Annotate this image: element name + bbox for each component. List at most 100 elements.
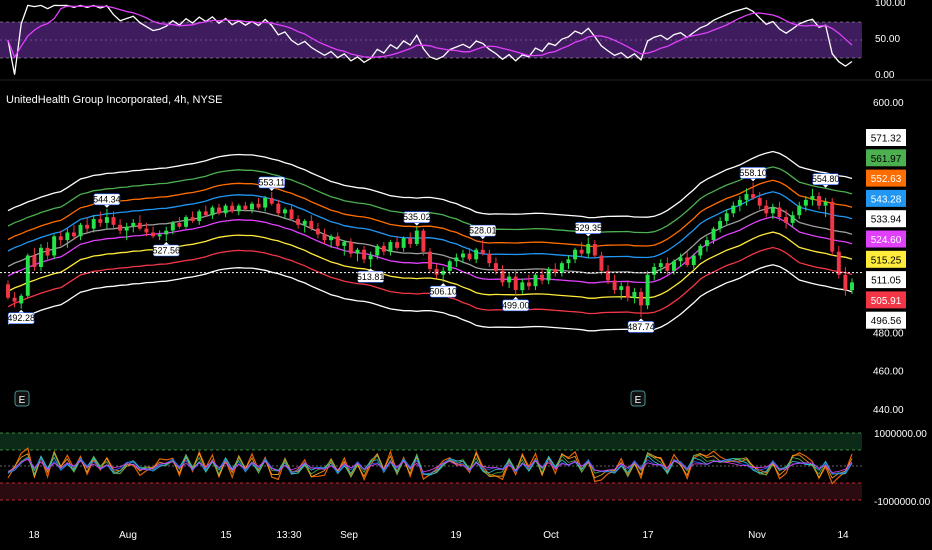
candle-body bbox=[217, 207, 221, 214]
candle-body bbox=[513, 276, 518, 291]
candle-body bbox=[658, 263, 663, 268]
time-tick-label: 19 bbox=[450, 530, 462, 541]
candle-body bbox=[65, 232, 70, 241]
candle-body bbox=[428, 251, 432, 269]
candle-body bbox=[414, 230, 419, 244]
osc-upper-zone bbox=[0, 433, 862, 450]
candle-body bbox=[421, 230, 426, 252]
candle-body bbox=[223, 205, 228, 214]
candle-body bbox=[566, 259, 571, 264]
rsi-tick-label: 0.00 bbox=[875, 70, 895, 81]
candle-body bbox=[559, 263, 564, 273]
svg-text:496.56: 496.56 bbox=[871, 316, 902, 327]
earnings-marker[interactable]: E bbox=[630, 390, 646, 407]
time-tick-label: 18 bbox=[28, 530, 40, 541]
candle-body bbox=[803, 199, 808, 206]
candle-body bbox=[58, 236, 63, 241]
candle-body bbox=[744, 194, 749, 200]
candle-body bbox=[282, 209, 287, 214]
candle-body bbox=[362, 249, 367, 260]
candle-body bbox=[625, 286, 630, 298]
candle-body bbox=[85, 224, 90, 229]
svg-text:554.80: 554.80 bbox=[812, 174, 840, 184]
svg-text:544.34: 544.34 bbox=[93, 194, 121, 204]
svg-text:506.10: 506.10 bbox=[429, 287, 457, 297]
candle-body bbox=[447, 261, 452, 271]
svg-text:528.01: 528.01 bbox=[469, 226, 497, 236]
candle-body bbox=[296, 219, 301, 225]
candle-body bbox=[592, 243, 597, 256]
earnings-marker[interactable]: E bbox=[14, 390, 30, 407]
candle-body bbox=[665, 263, 670, 271]
candle-body bbox=[770, 207, 775, 214]
candle-body bbox=[197, 211, 202, 221]
band-price-label: 561.97 bbox=[866, 149, 906, 167]
candle-body bbox=[263, 197, 268, 208]
candle-body bbox=[6, 284, 10, 298]
price-chart[interactable]: 100.00 50.00 0.00 UnitedHealth Group Incor… bbox=[0, 0, 932, 550]
candle-body bbox=[395, 242, 400, 248]
candle-body bbox=[586, 243, 591, 254]
candle-body bbox=[276, 203, 281, 214]
candle-body bbox=[790, 215, 795, 223]
candle-body bbox=[38, 247, 43, 268]
svg-text:513.81: 513.81 bbox=[357, 272, 385, 282]
svg-text:558.10: 558.10 bbox=[739, 168, 767, 178]
candle-body bbox=[203, 211, 208, 216]
band-price-label: 505.91 bbox=[866, 291, 906, 309]
candle-body bbox=[210, 207, 215, 216]
candle-body bbox=[151, 232, 156, 237]
candle-body bbox=[652, 267, 657, 275]
candle-body bbox=[817, 196, 822, 206]
candle-body bbox=[480, 249, 485, 254]
svg-text:535.02: 535.02 bbox=[403, 212, 431, 222]
candle-body bbox=[671, 261, 676, 271]
svg-text:552.63: 552.63 bbox=[871, 174, 902, 185]
svg-text:529.35: 529.35 bbox=[574, 223, 602, 233]
band-price-label: 571.32 bbox=[866, 129, 906, 146]
candle-body bbox=[230, 205, 235, 212]
candle-body bbox=[612, 280, 617, 291]
svg-text:524.60: 524.60 bbox=[871, 235, 902, 246]
candle-body bbox=[249, 203, 254, 210]
candle-body bbox=[329, 236, 334, 241]
price-tick-label: 440.00 bbox=[873, 405, 904, 416]
time-tick-label: Nov bbox=[748, 530, 766, 541]
candle-body bbox=[632, 291, 637, 298]
candle-body bbox=[698, 245, 703, 256]
candle-body bbox=[520, 282, 525, 291]
candle-body bbox=[236, 205, 241, 212]
candle-body bbox=[375, 245, 380, 256]
svg-text:543.28: 543.28 bbox=[871, 194, 902, 205]
time-tick-label: Oct bbox=[543, 530, 559, 541]
candle-body bbox=[797, 205, 802, 216]
candle-body bbox=[718, 220, 723, 229]
candle-body bbox=[157, 234, 162, 237]
svg-text:499.00: 499.00 bbox=[502, 300, 530, 310]
svg-text:505.91: 505.91 bbox=[871, 296, 902, 307]
candle-body bbox=[408, 238, 413, 244]
candle-body bbox=[751, 194, 756, 198]
band-price-label: 543.28 bbox=[866, 189, 906, 207]
candle-body bbox=[164, 230, 169, 235]
candle-body bbox=[131, 222, 136, 227]
candle-body bbox=[111, 217, 116, 225]
candle-body bbox=[256, 203, 261, 208]
candle-body bbox=[711, 228, 716, 241]
svg-text:511.05: 511.05 bbox=[871, 276, 901, 287]
candle-body bbox=[460, 253, 465, 258]
svg-text:487.74: 487.74 bbox=[627, 322, 655, 332]
candle-body bbox=[784, 217, 789, 223]
svg-text:553.11: 553.11 bbox=[258, 177, 285, 187]
candle-body bbox=[704, 240, 709, 246]
candle-body bbox=[243, 205, 248, 210]
candle-body bbox=[685, 257, 690, 266]
candle-body bbox=[507, 276, 512, 283]
band-price-label: 524.60 bbox=[866, 230, 906, 248]
candle-body bbox=[368, 255, 373, 260]
candle-body bbox=[764, 205, 769, 214]
candle-body bbox=[91, 219, 96, 229]
candle-body bbox=[381, 245, 386, 252]
candle-body bbox=[843, 274, 848, 291]
rsi-tick-label: 100.00 bbox=[875, 0, 906, 9]
